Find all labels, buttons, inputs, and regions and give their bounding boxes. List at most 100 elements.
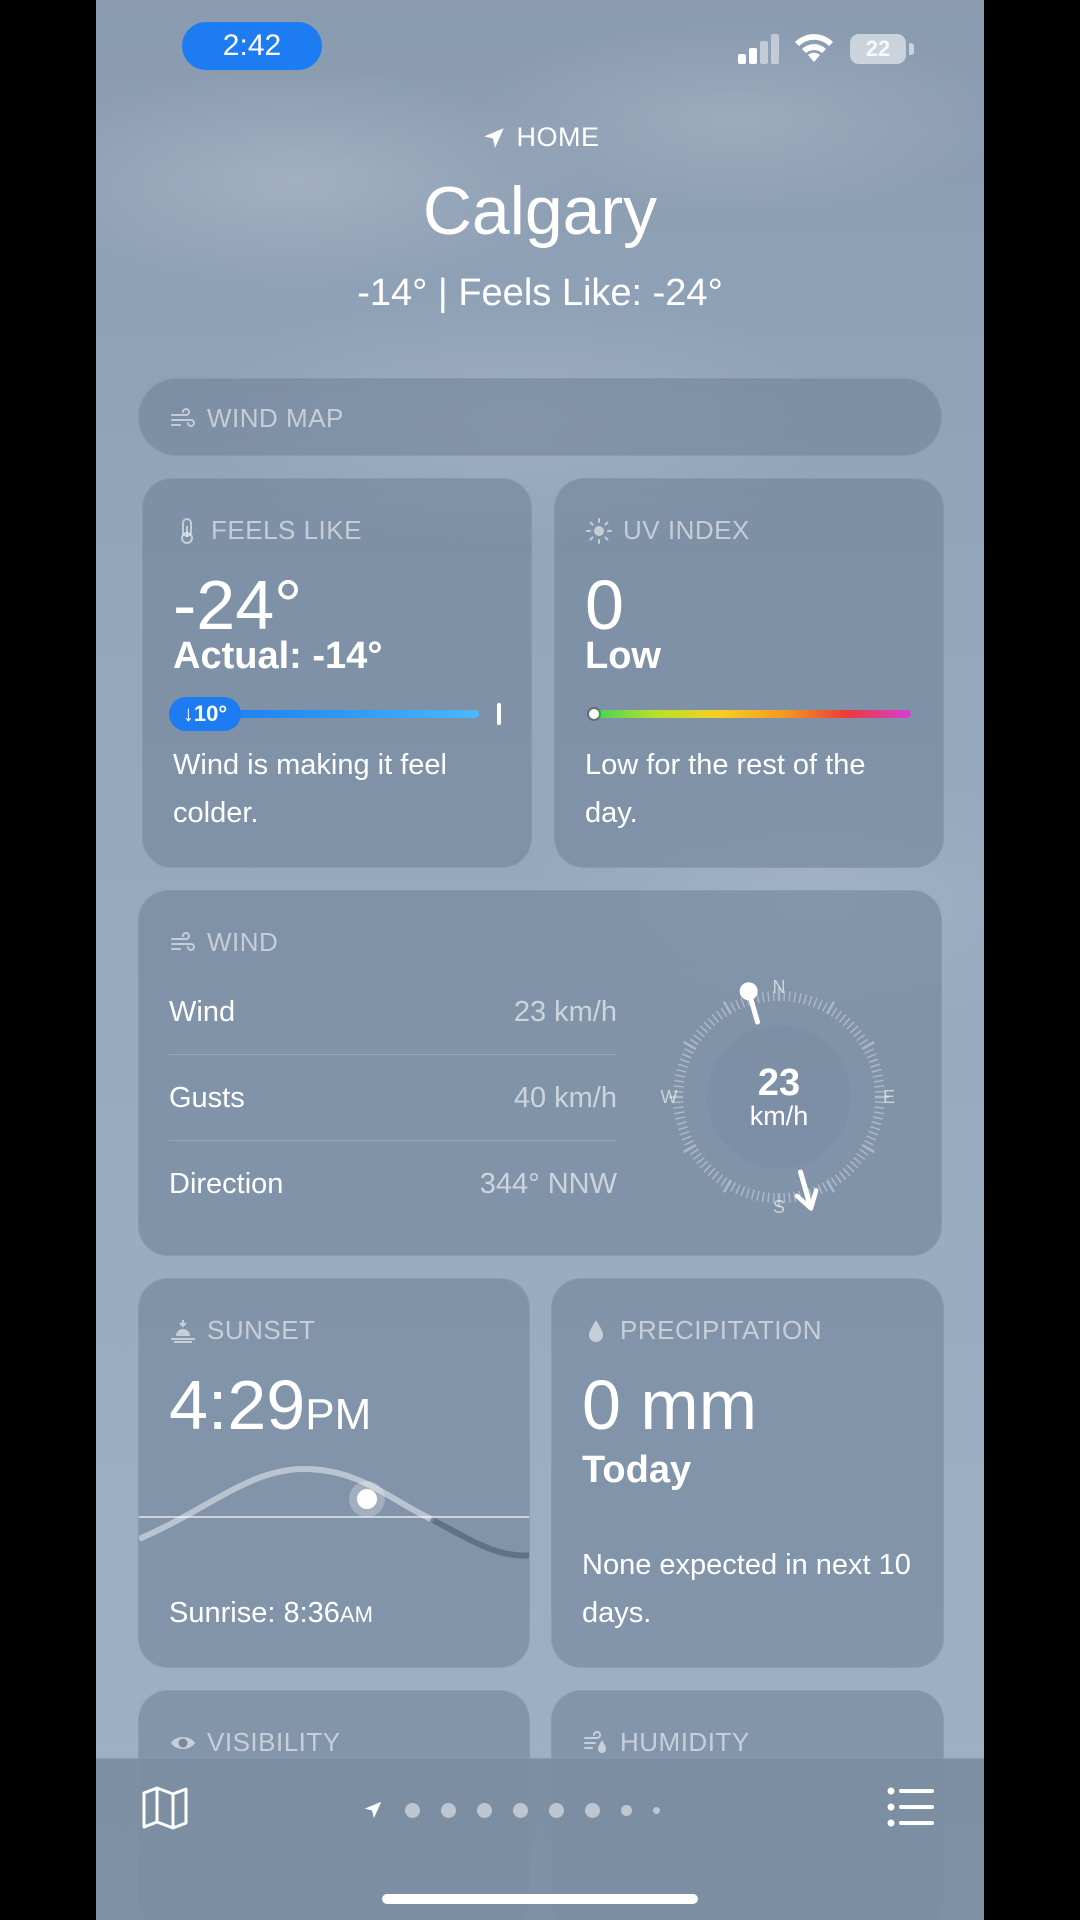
compass-tick [679,1130,690,1136]
page-dot[interactable] [477,1802,492,1818]
wind-row-value: 23 km/h [513,995,617,1028]
compass-tick [673,1106,684,1109]
feels-like-description: Wind is making it feel colder. [173,749,447,829]
page-dot[interactable] [549,1802,564,1818]
compass-tick [803,994,808,1005]
sunrise-ampm: AM [339,1602,373,1627]
compass-tick [684,1048,694,1055]
compass-tick [676,1121,687,1126]
compass-tick [681,1135,692,1141]
feels-like-bar-end [497,703,501,725]
wind-map-card[interactable]: WIND MAP [138,378,942,456]
page-dot[interactable] [585,1802,600,1818]
compass-tick [859,1148,869,1156]
wind-compass: N E S W 23 km/h [661,977,896,1217]
page-indicator[interactable] [362,1795,660,1825]
compass-tick [679,1058,690,1064]
wind-row-speed: Wind 23 km/h [169,969,617,1055]
compass-tick [870,1063,881,1069]
feels-like-card[interactable]: FEELS LIKE -24° Actual: -14° ↓10° Wind i… [142,478,532,868]
page-dot[interactable] [653,1806,660,1814]
compass-tick [821,1182,828,1192]
compass-tick [745,1188,751,1199]
eye-icon [171,1736,195,1749]
uv-index-description: Low for the rest of the day. [585,749,866,829]
visibility-label: VISIBILITY [207,1727,341,1757]
compass-tick [870,1125,881,1131]
compass-tick [684,1139,694,1146]
droplet-icon [589,1319,603,1342]
precipitation-label: PRECIPITATION [620,1315,822,1345]
wind-icon [171,407,195,427]
uv-index-marker [589,709,599,719]
compass-tick [689,1148,699,1156]
uv-index-value: 0 [585,566,624,644]
wind-card[interactable]: WIND Wind 23 km/h Gusts 40 km/h Directio… [138,890,942,1256]
compass-west: W [661,1087,678,1107]
compass-tick [756,993,760,1004]
compass-tick [716,1174,724,1184]
home-indicator[interactable] [382,1894,698,1904]
page-dot[interactable] [621,1804,632,1816]
compass-tick [817,999,823,1010]
compass-tick [861,1143,875,1154]
compass-tick [750,1189,755,1200]
compass-tick [874,1106,885,1109]
compass-tick [830,1007,838,1017]
location-arrow-icon [483,127,504,148]
current-temps: -14° | Feels Like: -24° [357,272,723,314]
compass-tick [866,1053,877,1059]
precipitation-period: Today [582,1449,692,1491]
wind-row-key: Gusts [169,1081,245,1114]
compass-tick [872,1116,883,1120]
compass-tick [817,1184,823,1195]
compass-tick [849,1160,859,1169]
location-tag-label: HOME [516,122,600,152]
status-time[interactable]: 2:42 [182,22,322,70]
compass-north: N [773,977,786,997]
compass-tick [825,1179,836,1193]
compass-tick [730,1002,737,1012]
list-icon[interactable] [886,1785,936,1829]
precipitation-card[interactable]: PRECIPITATION 0 mm Today None expected i… [551,1278,944,1668]
status-bar: 2:42 22 [96,0,984,100]
compass-tick [846,1164,855,1173]
compass-tick [873,1079,884,1083]
location-arrow-icon[interactable] [362,1799,384,1821]
right-bezel [984,0,1080,1920]
sunset-card[interactable]: SUNSET 4:29PM Sunrise: 8:36AM [138,1278,530,1668]
page-dot[interactable] [513,1802,528,1818]
compass-tick [740,1186,746,1197]
compass-tick [681,1053,692,1059]
compass-tick [788,991,791,1002]
wind-row-direction: Direction 344° NNW [169,1141,617,1227]
compass-tick [821,1002,828,1012]
page-dot[interactable] [405,1802,420,1818]
city-name: Calgary [422,173,658,249]
weather-screen: 2:42 22 HOME Calgary -14° | Feels Like: … [96,0,984,1920]
compass-tick [846,1021,855,1030]
compass-tick [677,1125,688,1131]
precipitation-description: None expected in next 10 days. [582,1549,911,1629]
compass-tick [711,1171,720,1180]
feels-like-actual: Actual: -14° [173,635,383,677]
compass-tick [674,1111,685,1115]
map-icon[interactable] [140,1783,190,1833]
compass-tick [722,1179,733,1193]
battery-icon: 22 [850,34,906,64]
sunset-label: SUNSET [207,1315,316,1345]
wind-label: WIND [207,927,279,957]
compass-tick [735,999,741,1010]
sunset-time-ampm: PM [305,1390,372,1439]
wind-row-key: Wind [169,995,236,1028]
wind-row-key: Direction [169,1167,284,1200]
uv-index-card[interactable]: UV INDEX 0 Low Low for the rest of the d… [554,478,944,868]
page-dot[interactable] [441,1802,456,1818]
compass-tick [849,1025,859,1034]
compass-tick [761,1191,765,1202]
compass-tick [864,1048,874,1055]
compass-tick [767,991,770,1002]
compass-tick [720,1177,728,1187]
wind-header: WIND [169,927,278,958]
compass-tick [793,992,797,1003]
